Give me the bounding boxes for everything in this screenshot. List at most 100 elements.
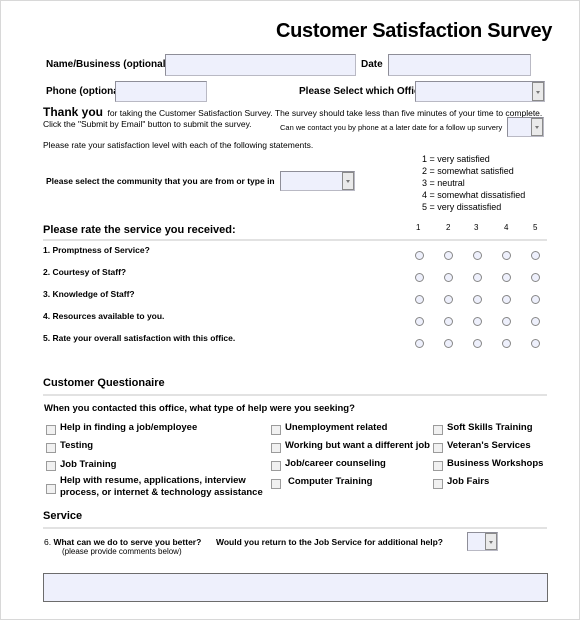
help-question: When you contacted this office, what typ…	[44, 403, 355, 414]
rating-radio-q2-1[interactable]	[415, 273, 424, 282]
rating-radio-q3-1[interactable]	[415, 295, 424, 304]
option-label: Computer Training	[288, 476, 373, 487]
option-label: Soft Skills Training	[447, 422, 533, 433]
office-label: Please Select which Office	[299, 86, 426, 97]
rating-col-3: 3	[474, 223, 479, 232]
option-label: Job/career counseling	[285, 458, 386, 469]
divider	[43, 527, 547, 529]
rating-radio-q2-5[interactable]	[531, 273, 540, 282]
q6-label: What can we do to serve you better?	[53, 537, 202, 547]
chevron-down-icon[interactable]	[485, 533, 497, 550]
rating-col-4: 4	[504, 223, 509, 232]
phone-input[interactable]	[115, 81, 207, 102]
checkbox-different-job[interactable]	[271, 443, 281, 453]
divider	[43, 394, 547, 396]
scale-legend: 1 = very satisfied 2 = somewhat satisfie…	[422, 153, 525, 213]
checkbox-unemployment[interactable]	[271, 425, 281, 435]
rating-radio-q4-3[interactable]	[473, 317, 482, 326]
rating-radio-q1-2[interactable]	[444, 251, 453, 260]
followup-select[interactable]	[507, 117, 544, 137]
scale-item: 5 = very dissatisfied	[422, 202, 502, 212]
rating-radio-q1-3[interactable]	[473, 251, 482, 260]
name-input[interactable]	[165, 54, 356, 76]
checkbox-career-counseling[interactable]	[271, 461, 281, 471]
option-label: Veteran's Services	[447, 440, 531, 451]
rating-radio-q3-2[interactable]	[444, 295, 453, 304]
rating-question: 3. Knowledge of Staff?	[43, 289, 135, 299]
rating-radio-q4-5[interactable]	[531, 317, 540, 326]
thank-you-text: Thank you	[43, 105, 104, 119]
return-select[interactable]	[467, 532, 498, 551]
checkbox-soft-skills[interactable]	[433, 425, 443, 435]
divider	[43, 239, 547, 241]
rating-radio-q5-5[interactable]	[531, 339, 540, 348]
office-select[interactable]	[415, 81, 545, 102]
scale-item: 2 = somewhat satisfied	[422, 166, 514, 176]
checkbox-job-fairs[interactable]	[433, 479, 443, 489]
followup-label: Can we contact you by phone at a later d…	[280, 123, 503, 132]
page-title: Customer Satisfaction Survey	[276, 20, 553, 42]
rating-radio-q4-4[interactable]	[502, 317, 511, 326]
option-label: Help with resume, applications, intervie…	[60, 475, 246, 486]
rating-radio-q1-4[interactable]	[502, 251, 511, 260]
option-label: process, or internet & technology assist…	[60, 487, 263, 498]
rating-radio-q1-5[interactable]	[531, 251, 540, 260]
rating-radio-q1-1[interactable]	[415, 251, 424, 260]
date-label: Date	[361, 59, 383, 70]
checkbox-testing[interactable]	[46, 443, 56, 453]
rating-heading: Please rate the service you received:	[43, 224, 236, 236]
checkbox-job-training[interactable]	[46, 461, 56, 471]
rating-radio-q3-3[interactable]	[473, 295, 482, 304]
community-select[interactable]	[280, 171, 355, 191]
rating-col-5: 5	[533, 223, 538, 232]
return-label: Would you return to the Job Service for …	[216, 537, 443, 547]
rating-radio-q5-1[interactable]	[415, 339, 424, 348]
name-label: Name/Business (optional):	[46, 59, 173, 70]
option-label: Job Fairs	[447, 476, 490, 487]
checkbox-help-finding-job[interactable]	[46, 425, 56, 435]
rating-radio-q3-4[interactable]	[502, 295, 511, 304]
rating-radio-q4-2[interactable]	[444, 317, 453, 326]
intro-line-2: Click the "Submit by Email" button to su…	[43, 119, 252, 129]
scale-item: 1 = very satisfied	[422, 154, 490, 164]
rating-radio-q3-5[interactable]	[531, 295, 540, 304]
service-heading: Service	[43, 510, 83, 522]
option-label: Job Training	[60, 459, 117, 470]
q6: 6. What can we do to serve you better?	[44, 537, 201, 547]
chevron-down-icon[interactable]	[531, 118, 543, 136]
rating-radio-q2-2[interactable]	[444, 273, 453, 282]
option-label: Working but want a different job	[285, 440, 430, 451]
rating-radio-q2-3[interactable]	[473, 273, 482, 282]
rating-radio-q5-4[interactable]	[502, 339, 511, 348]
chevron-down-icon[interactable]	[342, 172, 354, 190]
rating-question: 2. Courtesy of Staff?	[43, 267, 127, 277]
rating-radio-q5-2[interactable]	[444, 339, 453, 348]
q6-number: 6.	[44, 537, 52, 547]
comments-textarea[interactable]	[43, 573, 548, 602]
checkbox-veterans[interactable]	[433, 443, 443, 453]
rating-question: 4. Resources available to you.	[43, 311, 165, 321]
rating-radio-q4-1[interactable]	[415, 317, 424, 326]
option-label: Help in finding a job/employee	[60, 422, 198, 433]
rating-question: 5. Rate your overall satisfaction with t…	[43, 333, 236, 343]
scale-item: 3 = neutral	[422, 178, 465, 188]
checkbox-computer-training[interactable]	[271, 479, 281, 489]
chevron-down-icon[interactable]	[532, 82, 544, 101]
community-label: Please select the community that you are…	[46, 176, 275, 186]
checkbox-business-workshops[interactable]	[433, 461, 443, 471]
rating-col-2: 2	[446, 223, 451, 232]
rating-question: 1. Promptness of Service?	[43, 245, 150, 255]
intro-text: for taking the Customer Satisfaction Sur…	[107, 108, 543, 118]
rating-radio-q5-3[interactable]	[473, 339, 482, 348]
option-label: Unemployment related	[285, 422, 388, 433]
rate-instruction: Please rate your satisfaction level with…	[43, 140, 314, 150]
questionnaire-heading: Customer Questionaire	[43, 377, 165, 389]
q6-subtext: (please provide comments below)	[62, 547, 182, 556]
option-label: Business Workshops	[447, 458, 544, 469]
scale-item: 4 = somewhat dissatisfied	[422, 190, 526, 200]
checkbox-resume-help[interactable]	[46, 484, 56, 494]
date-input[interactable]	[388, 54, 531, 76]
rating-radio-q2-4[interactable]	[502, 273, 511, 282]
rating-col-1: 1	[416, 223, 421, 232]
option-label: Testing	[60, 440, 94, 451]
